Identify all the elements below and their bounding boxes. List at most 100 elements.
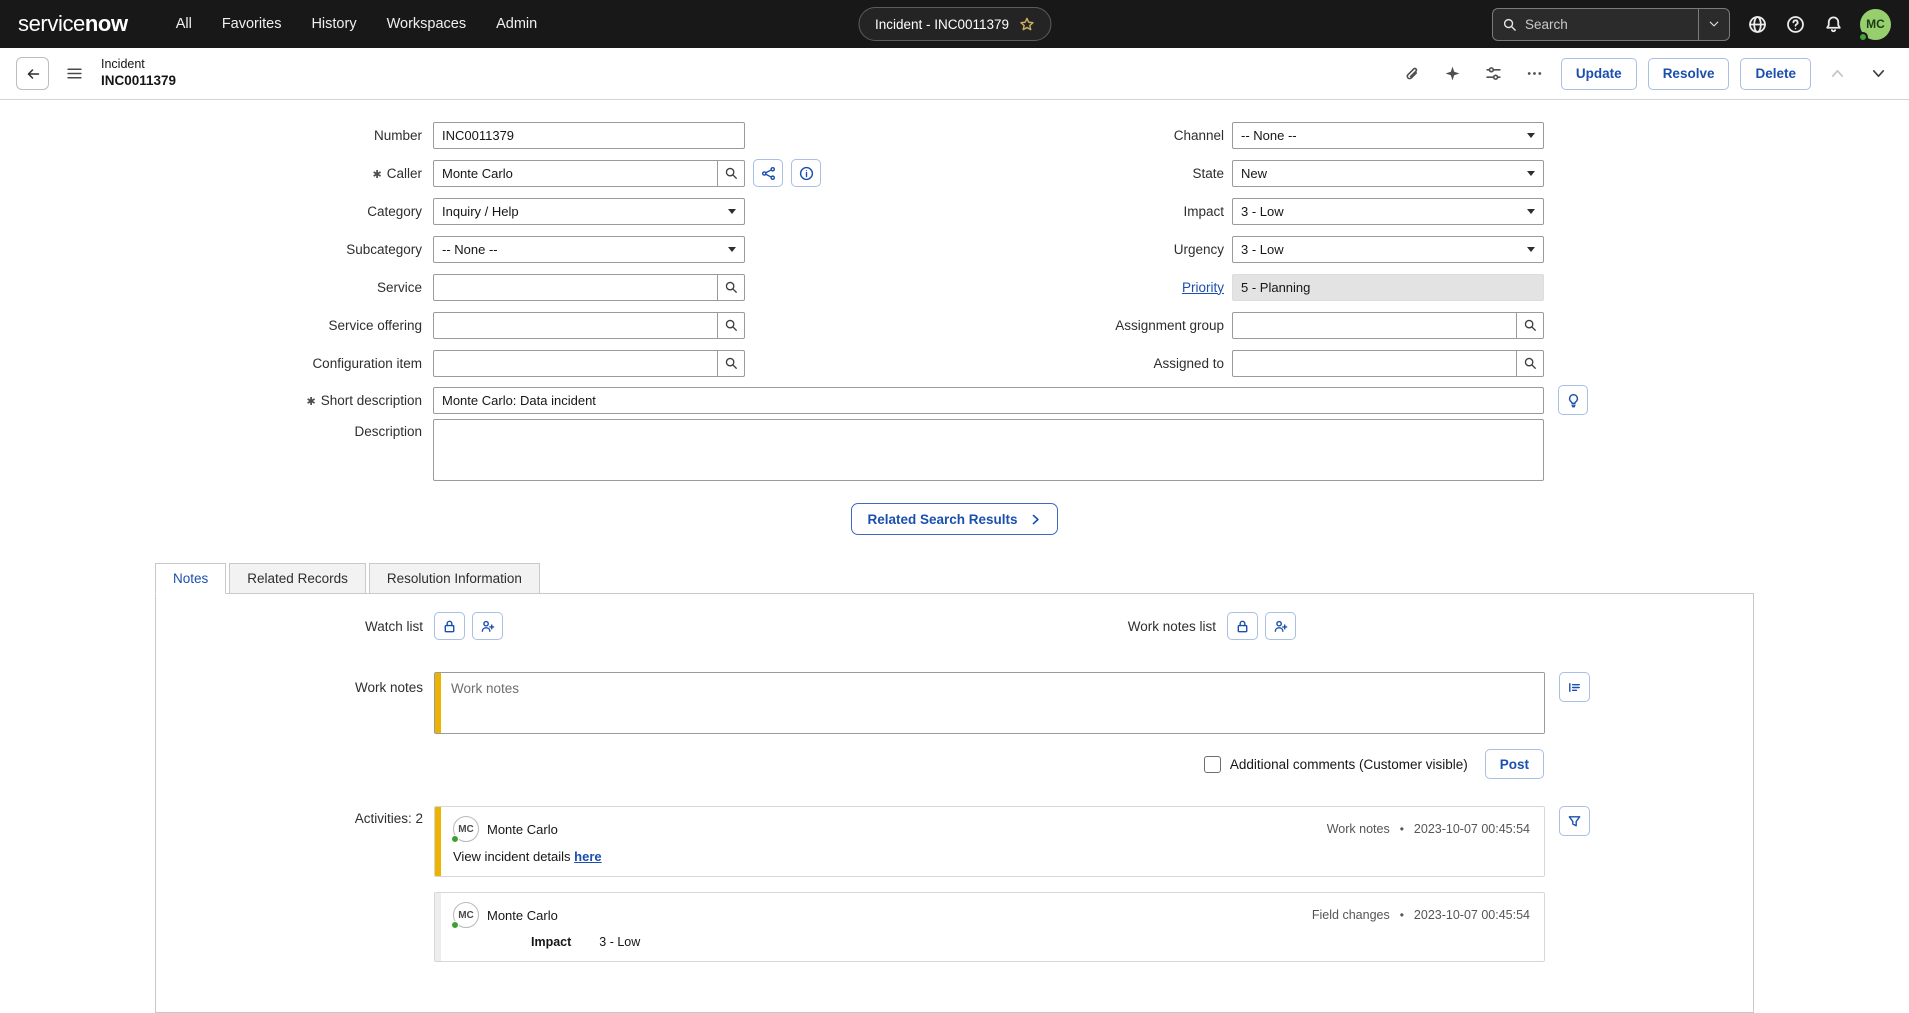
- additional-comments-checkbox[interactable]: [1203, 755, 1221, 773]
- nav-item-history[interactable]: History: [311, 16, 356, 32]
- field-caller: ✱ Caller: [0, 154, 880, 192]
- assigned-to-label: Assigned to: [800, 356, 1224, 371]
- personalize-form-button[interactable]: [1479, 59, 1509, 89]
- chevron-up-icon: [1831, 70, 1843, 77]
- description-textarea[interactable]: [433, 419, 1544, 481]
- form-context-menu-button[interactable]: [59, 59, 89, 89]
- subcategory-select[interactable]: -- None --: [433, 235, 745, 263]
- assigned-to-lookup-button[interactable]: [1516, 349, 1544, 377]
- description-label-text: Description: [354, 424, 422, 439]
- nav-item-favorites[interactable]: Favorites: [222, 16, 282, 32]
- work-notes-textarea[interactable]: [441, 673, 1544, 733]
- globe-button[interactable]: [1746, 13, 1768, 35]
- next-record-button[interactable]: [1863, 59, 1893, 89]
- impact-select[interactable]: 3 - Low: [1232, 197, 1544, 225]
- work-notes-list-lock-button[interactable]: [1227, 612, 1258, 640]
- update-button[interactable]: Update: [1560, 57, 1637, 90]
- activity-filter-button[interactable]: [1559, 806, 1590, 836]
- caller-lookup-button[interactable]: [717, 159, 745, 187]
- subcategory-value: -- None --: [442, 241, 498, 257]
- attachments-button[interactable]: [1397, 59, 1427, 89]
- field-urgency: Urgency 3 - Low: [800, 230, 1800, 268]
- work-notes-options-button[interactable]: [1559, 672, 1590, 702]
- delete-button[interactable]: Delete: [1740, 57, 1811, 90]
- watch-list-add-me-button[interactable]: [472, 612, 503, 640]
- service-input[interactable]: [433, 273, 718, 301]
- related-search-row: Related Search Results: [0, 503, 1909, 535]
- priority-value: 5 - Planning: [1241, 279, 1311, 295]
- record-header-bar: Incident INC0011379 Update Resolve Delet…: [0, 48, 1909, 100]
- chevron-right-icon: [1032, 514, 1039, 524]
- logo-text-now: now: [84, 11, 128, 36]
- configuration-item-label-text: Configuration item: [312, 355, 422, 371]
- search-scope-dropdown-button[interactable]: [1699, 9, 1729, 40]
- user-avatar[interactable]: MC: [1858, 8, 1891, 42]
- favorite-star-icon[interactable]: [1019, 17, 1034, 32]
- caller-input[interactable]: [433, 159, 718, 187]
- servicenow-logo[interactable]: servicenow: [18, 11, 128, 37]
- work-notes-row: Work notes: [156, 672, 1753, 734]
- logo-text-service: service: [18, 11, 85, 36]
- global-search-input[interactable]: [1517, 16, 1698, 32]
- tab-related-records[interactable]: Related Records: [229, 563, 366, 594]
- work-notes-field: [434, 672, 1545, 734]
- assignment-group-lookup-button[interactable]: [1516, 311, 1544, 339]
- nav-item-all[interactable]: All: [176, 16, 192, 32]
- watch-list-lock-button[interactable]: [434, 612, 465, 640]
- urgency-select[interactable]: 3 - Low: [1232, 235, 1544, 263]
- ai-assist-button[interactable]: [1438, 59, 1468, 89]
- help-button[interactable]: [1784, 13, 1806, 35]
- category-value: Inquiry / Help: [442, 203, 519, 219]
- resolve-button[interactable]: Resolve: [1647, 57, 1730, 90]
- notifications-button[interactable]: [1822, 13, 1844, 35]
- priority-readonly-field: 5 - Planning: [1232, 273, 1544, 301]
- work-notes-list-add-me-button[interactable]: [1265, 612, 1296, 640]
- activity-link[interactable]: here: [574, 849, 601, 864]
- configuration-item-input[interactable]: [433, 349, 718, 377]
- configuration-item-lookup-button[interactable]: [717, 349, 745, 377]
- field-number: Number: [0, 116, 880, 154]
- impact-label: Impact: [800, 204, 1224, 219]
- service-offering-lookup-button[interactable]: [717, 311, 745, 339]
- short-description-input[interactable]: [433, 386, 1544, 414]
- assigned-to-input[interactable]: [1232, 349, 1517, 377]
- service-lookup-button[interactable]: [717, 273, 745, 301]
- assignment-group-input[interactable]: [1232, 311, 1517, 339]
- activity-author: Monte Carlo: [487, 907, 558, 923]
- nav-item-workspaces[interactable]: Workspaces: [387, 16, 467, 32]
- related-search-results-button[interactable]: Related Search Results: [851, 503, 1058, 535]
- impact-label-text: Impact: [1183, 203, 1224, 219]
- suggestion-button[interactable]: [1558, 385, 1588, 415]
- field-channel: Channel -- None --: [800, 116, 1800, 154]
- state-select[interactable]: New: [1232, 159, 1544, 187]
- tab-resolution-information[interactable]: Resolution Information: [368, 563, 540, 594]
- field-priority: Priority 5 - Planning: [800, 268, 1800, 306]
- record-context-pill[interactable]: Incident - INC0011379: [857, 7, 1052, 41]
- nav-item-admin[interactable]: Admin: [496, 16, 537, 32]
- service-offering-input[interactable]: [433, 311, 718, 339]
- category-label-text: Category: [367, 203, 422, 219]
- previous-record-button[interactable]: [1822, 59, 1852, 89]
- field-service-offering: Service offering: [0, 306, 880, 344]
- presence-indicator: [451, 921, 459, 929]
- priority-label-link[interactable]: Priority: [1182, 280, 1224, 295]
- number-input[interactable]: [433, 121, 745, 149]
- service-offering-label: Service offering: [0, 318, 422, 333]
- back-button[interactable]: [16, 57, 49, 90]
- lock-icon: [1237, 620, 1248, 632]
- additional-comments-label[interactable]: Additional comments (Customer visible): [1230, 757, 1468, 772]
- field-service: Service: [0, 268, 880, 306]
- category-select[interactable]: Inquiry / Help: [433, 197, 745, 225]
- urgency-label: Urgency: [800, 242, 1224, 257]
- state-value: New: [1241, 165, 1268, 181]
- field-configuration-item: Configuration item: [0, 344, 880, 382]
- post-button[interactable]: Post: [1484, 749, 1544, 779]
- channel-select[interactable]: -- None --: [1232, 121, 1544, 149]
- record-title: Incident INC0011379: [101, 57, 176, 90]
- more-options-button[interactable]: [1520, 59, 1550, 89]
- tab-notes[interactable]: Notes: [155, 563, 227, 594]
- category-label: Category: [0, 204, 422, 219]
- caller-hierarchy-button[interactable]: [753, 159, 783, 187]
- funnel-icon: [1568, 815, 1581, 826]
- ellipsis-icon: [1528, 72, 1542, 75]
